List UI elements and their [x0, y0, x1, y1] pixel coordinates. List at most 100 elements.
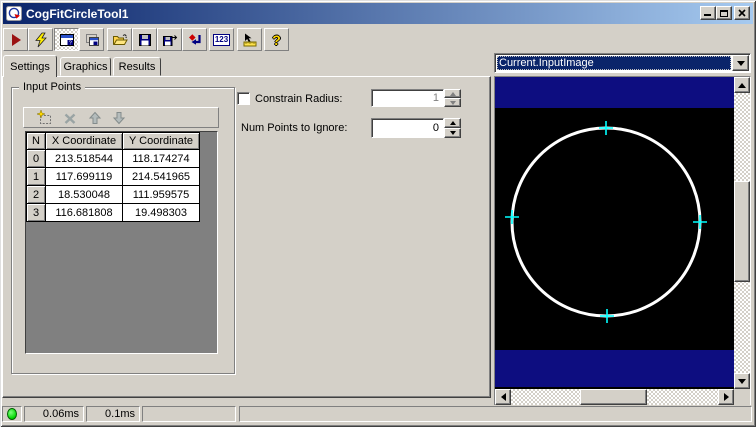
combo-selected-label: Current.InputImage — [499, 57, 594, 69]
cell-x[interactable]: 18.530048 — [45, 185, 123, 204]
cell-y[interactable]: 214.541965 — [122, 167, 200, 186]
open-tool-button[interactable] — [107, 28, 132, 51]
cell-y[interactable]: 111.959575 — [122, 185, 200, 204]
input-points-grid-toolbar — [23, 107, 219, 128]
vertical-scroll-thumb[interactable] — [734, 181, 750, 282]
scroll-up-button[interactable] — [734, 77, 750, 93]
save-tool-as-button[interactable] — [157, 28, 182, 51]
run-icon — [11, 33, 21, 46]
cell-y[interactable]: 19.498303 — [122, 203, 200, 222]
help-icon: ? — [272, 31, 281, 48]
lightning-icon — [34, 32, 47, 47]
reset-tool-button[interactable] — [182, 28, 207, 51]
save-floppy-icon — [138, 33, 151, 46]
image-display[interactable] — [495, 77, 734, 389]
ruler-cursor-icon — [243, 33, 256, 46]
maximize-button[interactable] — [716, 6, 732, 20]
col-header-n[interactable]: N — [26, 132, 46, 150]
constrain-radius-field[interactable]: 1 — [371, 89, 444, 107]
input-points-group-label: Input Points — [19, 81, 86, 93]
image-vertical-scrollbar[interactable] — [734, 77, 750, 389]
run-tool-electric-button[interactable] — [28, 28, 53, 51]
numeric-display-button[interactable]: 123 — [209, 28, 234, 51]
spin-up-icon — [449, 91, 456, 96]
num-points-to-ignore-value: 0 — [432, 122, 439, 134]
col-header-y[interactable]: Y Coordinate — [122, 132, 200, 150]
spin-down-icon — [449, 100, 456, 105]
input-points-grid[interactable]: N X Coordinate Y Coordinate 0 213.518544… — [25, 131, 218, 354]
input-image-combo[interactable]: Current.InputImage — [494, 53, 751, 73]
row-header[interactable]: 3 — [26, 203, 46, 222]
spin-down-icon — [449, 131, 456, 135]
scroll-right-icon — [723, 393, 729, 401]
cell-x[interactable]: 116.681808 — [45, 203, 123, 222]
num-points-spinner — [444, 118, 461, 138]
spin-up-button[interactable] — [444, 118, 461, 128]
scroll-left-icon — [500, 393, 506, 401]
spin-down-button[interactable] — [444, 98, 461, 107]
pixel-measure-button[interactable] — [237, 28, 262, 51]
titlebar[interactable]: CogFitCircleTool1 — [3, 3, 753, 24]
spin-up-icon — [449, 121, 456, 125]
close-icon — [738, 9, 746, 17]
scroll-down-button[interactable] — [734, 373, 750, 389]
status-empty-panel-1 — [142, 406, 236, 422]
status-time-1: 0.06ms — [42, 408, 79, 420]
num-points-to-ignore-field[interactable]: 0 — [371, 118, 444, 138]
combo-selected-item[interactable]: Current.InputImage — [497, 56, 731, 70]
status-empty-panel-2 — [239, 406, 752, 422]
reset-arrow-icon — [188, 33, 201, 45]
settings-tab-page: Input Points N X Coordinate Y Coordinate… — [2, 76, 491, 398]
status-time-2: 0.1ms — [105, 408, 135, 420]
move-point-up-button[interactable] — [86, 110, 103, 126]
maximize-icon — [720, 9, 728, 17]
constrain-radius-label: Constrain Radius: — [255, 93, 343, 105]
row-header[interactable]: 1 — [26, 167, 46, 186]
image-horizontal-scrollbar[interactable] — [495, 389, 734, 405]
status-led-icon — [7, 408, 17, 420]
tool-display-icon: ? — [59, 33, 74, 46]
image-display-frame — [494, 76, 751, 406]
spin-up-button[interactable] — [444, 89, 461, 98]
delete-x-icon — [64, 113, 75, 124]
row-header[interactable]: 2 — [26, 185, 46, 204]
row-header[interactable]: 0 — [26, 149, 46, 168]
float-tool-display-button[interactable] — [79, 28, 104, 51]
close-button[interactable] — [734, 6, 750, 20]
minimize-icon — [704, 14, 711, 16]
col-header-x[interactable]: X Coordinate — [45, 132, 123, 150]
grid-row-2: 2 18.530048 111.959575 — [26, 185, 200, 204]
save-tool-button[interactable] — [132, 28, 157, 51]
constrain-radius-spinner — [444, 89, 461, 107]
spin-down-button[interactable] — [444, 128, 461, 138]
move-point-down-button[interactable] — [110, 110, 127, 126]
horizontal-scroll-thumb[interactable] — [580, 389, 647, 405]
grid-row-3: 3 116.681808 19.498303 — [26, 203, 200, 222]
status-time-2-panel: 0.1ms — [86, 406, 140, 422]
tab-results[interactable]: Results — [113, 57, 161, 76]
svg-text:?: ? — [68, 40, 71, 46]
scroll-right-button[interactable] — [718, 389, 734, 405]
status-time-1-panel: 0.06ms — [24, 406, 84, 422]
add-point-button[interactable] — [36, 110, 53, 126]
combo-dropdown-button[interactable] — [732, 55, 749, 71]
cell-y[interactable]: 118.174274 — [122, 149, 200, 168]
app-icon — [6, 5, 22, 21]
tab-settings[interactable]: Settings — [3, 55, 57, 77]
open-folder-icon — [112, 33, 128, 45]
scrollbar-corner — [734, 389, 750, 405]
minimize-button[interactable] — [700, 6, 716, 20]
run-tool-button[interactable] — [3, 28, 28, 51]
help-button[interactable]: ? — [264, 28, 289, 51]
show-tool-display-button[interactable]: ? — [54, 28, 79, 51]
cell-x[interactable]: 117.699119 — [45, 167, 123, 186]
chevron-down-icon — [736, 60, 745, 66]
tool-window: CogFitCircleTool1 ? 123 ? Settings Graph… — [0, 0, 756, 427]
delete-point-button[interactable] — [61, 110, 78, 126]
numeric-123-icon: 123 — [212, 33, 231, 46]
scroll-left-button[interactable] — [495, 389, 511, 405]
tab-graphics[interactable]: Graphics — [60, 57, 111, 76]
float-display-icon — [85, 33, 99, 46]
cell-x[interactable]: 213.518544 — [45, 149, 123, 168]
constrain-radius-checkbox[interactable] — [237, 92, 250, 105]
